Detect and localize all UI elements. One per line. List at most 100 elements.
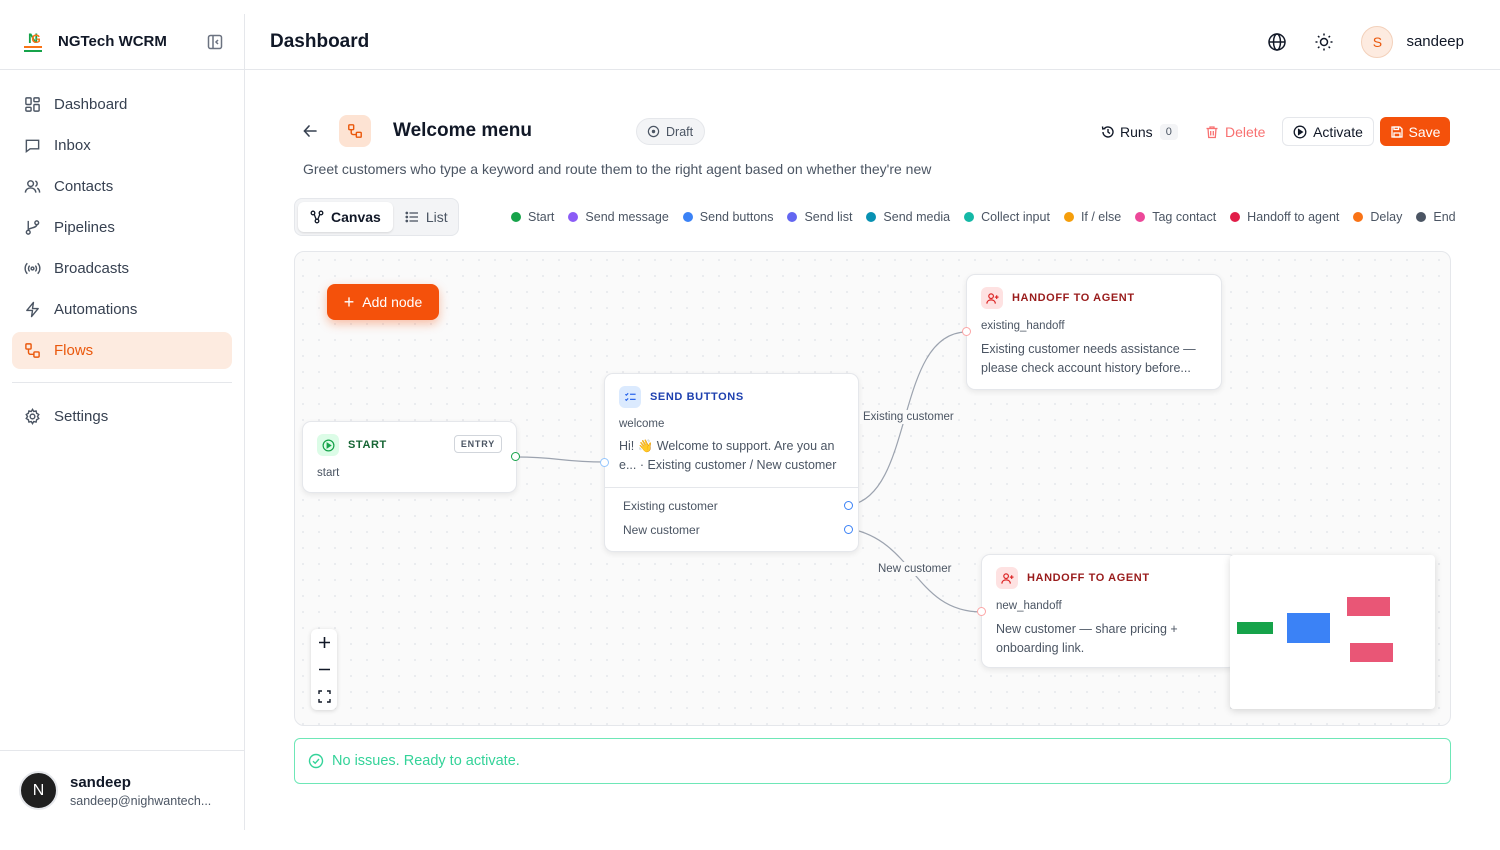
legend-item: Send list: [787, 210, 852, 224]
existing-customer-port[interactable]: [844, 501, 853, 510]
legend-label: Delay: [1370, 210, 1403, 224]
clock-icon: [647, 125, 660, 138]
legend-dot: [1063, 212, 1074, 222]
sidebar-item-label: Settings: [54, 408, 109, 425]
sidebar-item-label: Broadcasts: [54, 260, 130, 277]
sidebar-item-automations[interactable]: Automations: [12, 291, 232, 328]
legend-label: Collect input: [981, 210, 1050, 224]
zoom-controls: [311, 629, 337, 710]
app-logo[interactable]: N G: [20, 29, 46, 55]
legend-dot: [1416, 212, 1427, 222]
status-badge: Draft: [636, 118, 706, 145]
user-email: sandeep@nighwantech...: [70, 793, 212, 808]
header-user-name[interactable]: sandeep: [1406, 33, 1464, 50]
handoff-existing-node[interactable]: HANDOFF TO AGENT existing_handoff Existi…: [966, 274, 1222, 390]
sidebar-item-label: Pipelines: [54, 219, 115, 236]
add-node-button[interactable]: + Add node: [327, 284, 439, 320]
zap-icon: [24, 301, 41, 318]
handoff-existing-input-port[interactable]: [962, 327, 971, 336]
legend-item: If / else: [1063, 210, 1121, 224]
sidebar-item-dashboard[interactable]: Dashboard: [12, 86, 232, 123]
app-name: NGTech WCRM: [58, 33, 167, 50]
tab-list[interactable]: List: [393, 202, 460, 232]
node-type-label: SEND BUTTONS: [650, 391, 744, 403]
header-avatar[interactable]: S: [1361, 25, 1394, 58]
sidebar-nav: Dashboard Inbox Contacts Pipelines Broad…: [0, 70, 244, 435]
layout-grid-icon: [24, 96, 41, 113]
runs-button[interactable]: Runs 0: [1101, 118, 1178, 145]
sidebar-item-label: Dashboard: [54, 96, 128, 113]
minimap-handoff-new-node: [1350, 643, 1393, 662]
legend-item: Delay: [1353, 210, 1402, 224]
validation-message: No issues. Ready to activate.: [332, 753, 520, 769]
sidebar-item-contacts[interactable]: Contacts: [12, 168, 232, 205]
radio-icon: [24, 260, 41, 277]
legend-label: Send media: [883, 210, 951, 224]
workflow-icon: [339, 115, 371, 147]
legend-item: Handoff to agent: [1230, 210, 1339, 224]
activate-button[interactable]: Activate: [1282, 117, 1374, 146]
send-buttons-node[interactable]: SEND BUTTONS welcome Hi! 👋 Welcome to su…: [604, 373, 859, 552]
sidebar-item-label: Contacts: [54, 178, 114, 195]
minimap-buttons-node: [1287, 613, 1330, 643]
fit-view-icon[interactable]: [311, 683, 337, 710]
delete-label: Delete: [1225, 123, 1266, 140]
flow-canvas[interactable]: + Add node START ENTRY start SEND BUTTON…: [294, 251, 1451, 726]
add-node-label: Add node: [362, 294, 423, 310]
users-icon: [24, 178, 41, 195]
back-arrow-icon[interactable]: [301, 122, 319, 140]
minimap-handoff-existing-node: [1347, 597, 1390, 616]
zoom-out-icon[interactable]: [311, 656, 337, 683]
legend-label: Send list: [804, 210, 853, 224]
start-output-port[interactable]: [511, 452, 520, 461]
save-label: Save: [1408, 123, 1441, 140]
user-plus-icon: [996, 567, 1018, 589]
node-message-preview: New customer — share pricing + onboardin…: [996, 622, 1178, 655]
node-type-label: HANDOFF TO AGENT: [1012, 292, 1135, 304]
tab-canvas[interactable]: Canvas: [298, 202, 393, 232]
trash-icon: [1206, 125, 1218, 138]
node-id: start: [317, 467, 340, 479]
play-circle-icon: [317, 434, 339, 456]
node-message-preview: Hi! 👋 Welcome to support. Are you an e..…: [619, 439, 837, 472]
new-customer-port[interactable]: [844, 525, 853, 534]
sidebar-item-inbox[interactable]: Inbox: [12, 127, 232, 164]
button-option-new: New customer: [623, 523, 700, 537]
runs-label: Runs: [1120, 123, 1153, 140]
node-type-legend: Start Send message Send buttons Send list Se…: [511, 210, 1456, 224]
status-badge-label: Draft: [666, 124, 694, 139]
send-buttons-input-port[interactable]: [600, 458, 609, 467]
button-option-existing: Existing customer: [623, 499, 718, 513]
avatar: N: [19, 771, 58, 810]
sidebar-item-broadcasts[interactable]: Broadcasts: [12, 250, 232, 287]
legend-dot: [682, 212, 693, 222]
zoom-in-icon[interactable]: [311, 629, 337, 656]
handoff-new-input-port[interactable]: [977, 607, 986, 616]
check-circle-icon: [308, 753, 324, 769]
edge-start-to-buttons: [515, 456, 606, 463]
sidebar-item-pipelines[interactable]: Pipelines: [12, 209, 232, 246]
flow-title[interactable]: Welcome menu: [393, 120, 532, 142]
canvas-minimap[interactable]: [1230, 555, 1435, 709]
delete-button[interactable]: Delete: [1205, 118, 1265, 145]
sidebar-item-label: Inbox: [54, 137, 91, 154]
legend-dot: [866, 212, 877, 222]
legend-label: Send message: [585, 210, 669, 224]
start-node[interactable]: START ENTRY start: [302, 421, 517, 493]
legend-label: Handoff to agent: [1247, 210, 1340, 224]
legend-dot: [568, 212, 579, 222]
entry-badge: ENTRY: [453, 435, 502, 453]
sidebar: N G NGTech WCRM Dashboard Inbox Contacts…: [0, 14, 245, 830]
sidebar-collapse-icon[interactable]: [206, 33, 224, 51]
edge-label-existing: Existing customer: [860, 410, 957, 424]
sidebar-item-flows[interactable]: Flows: [12, 332, 232, 369]
list-checks-icon: [619, 386, 641, 408]
sidebar-item-settings[interactable]: Settings: [12, 398, 232, 435]
edge-label-new: New customer: [875, 562, 955, 576]
sun-icon[interactable]: [1314, 32, 1334, 52]
handoff-new-node[interactable]: HANDOFF TO AGENT new_handoff New custome…: [981, 554, 1237, 668]
sidebar-user-menu[interactable]: N sandeep sandeep@nighwantech...: [0, 750, 244, 830]
flow-description[interactable]: Greet customers who type a keyword and r…: [303, 161, 939, 177]
globe-icon[interactable]: [1267, 32, 1287, 52]
save-button[interactable]: Save: [1380, 117, 1450, 146]
